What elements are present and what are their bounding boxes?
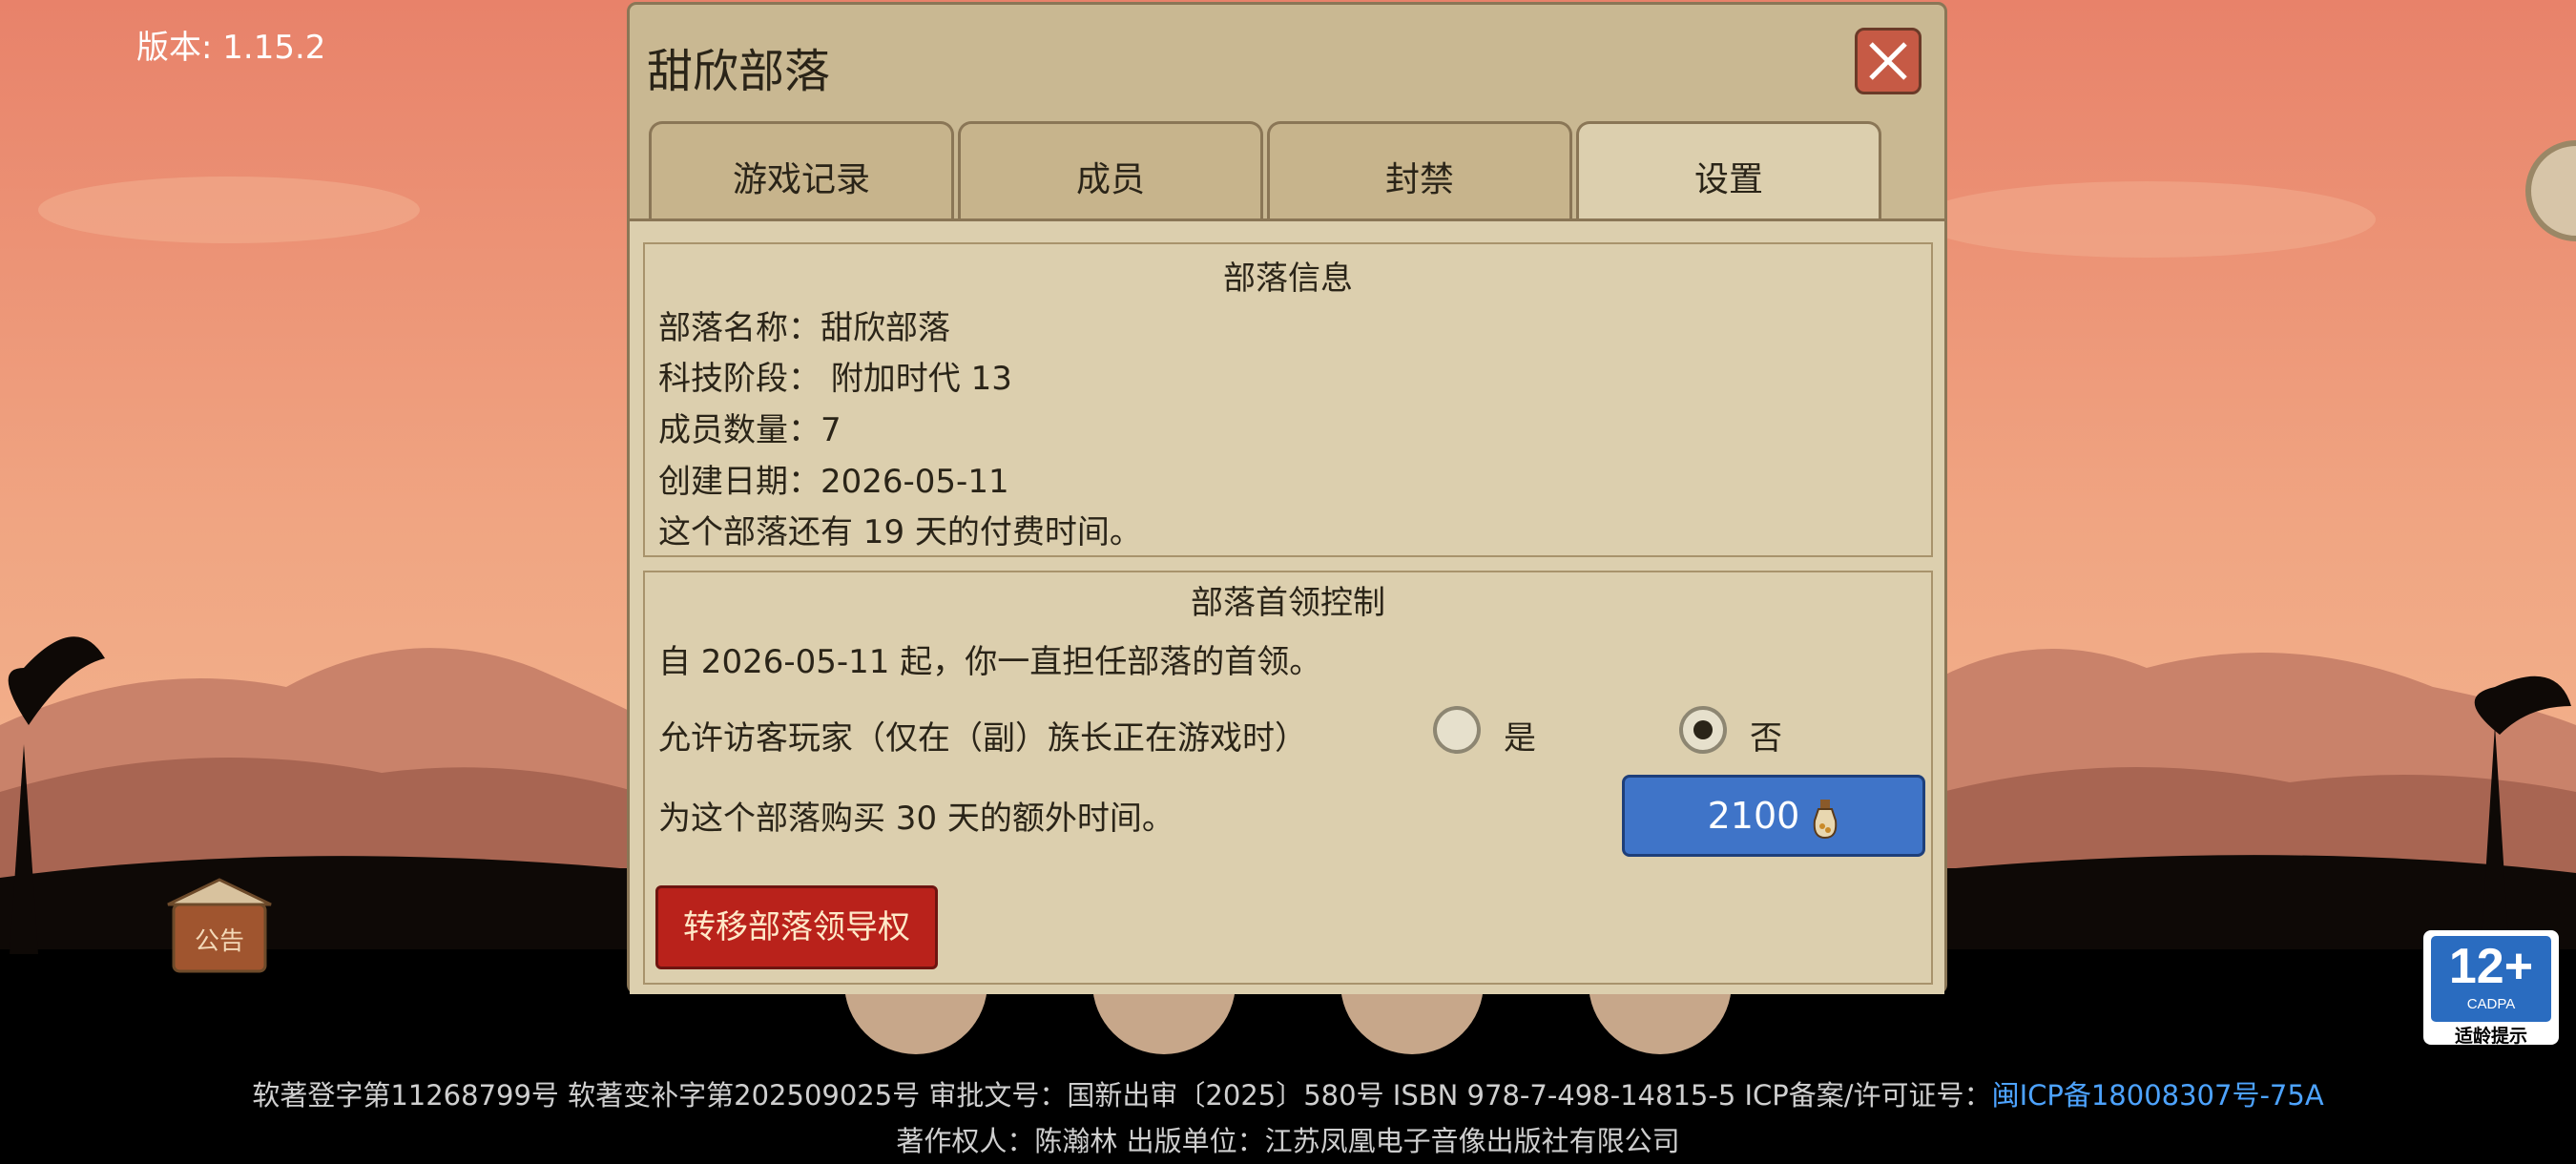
notice-label: 公告 xyxy=(194,927,244,956)
paid-time: 这个部落还有 19 天的付费时间。 xyxy=(658,513,1142,551)
close-icon xyxy=(1869,42,1907,80)
tribe-name: 部落名称：甜欣部落 xyxy=(658,309,950,347)
visitor-option-label: 允许访客玩家（仅在（副）族长正在游戏时） xyxy=(658,719,1307,758)
age-rating-badge: 12+ CADPA 适龄提示 xyxy=(2423,930,2559,1047)
tribe-dialog: 甜欣部落 游戏记录 成员 封禁 设置 部落信息 部落名称：甜欣部落 科技阶段： … xyxy=(627,2,1947,994)
tribe-info-section: 部落信息 部落名称：甜欣部落 科技阶段： 附加时代 13 成员数量：7 创建日期… xyxy=(643,242,1933,557)
visitor-no-radio[interactable] xyxy=(1679,706,1727,754)
leader-since: 自 2026-05-11 起，你一直担任部落的首领。 xyxy=(658,643,1322,681)
version-label: 版本: 1.15.2 xyxy=(136,29,326,67)
visitor-no-label: 否 xyxy=(1750,719,1782,758)
visitor-yes-label: 是 xyxy=(1504,719,1536,758)
tab-bans[interactable]: 封禁 xyxy=(1267,121,1572,220)
age-rating-org: CADPA xyxy=(2466,996,2516,1012)
tech-stage: 科技阶段： 附加时代 13 xyxy=(658,360,1012,398)
dialog-title: 甜欣部落 xyxy=(647,45,831,98)
close-button[interactable] xyxy=(1855,28,1922,94)
transfer-leadership-button[interactable]: 转移部落领导权 xyxy=(655,885,938,969)
tab-settings[interactable]: 设置 xyxy=(1576,121,1881,226)
footer-license-text: 软著登字第11268799号 软著变补字第202509025号 审批文号：国新出… xyxy=(252,1079,1992,1112)
potion-bottle-icon xyxy=(1814,799,1838,839)
created-date: 创建日期：2026-05-11 xyxy=(658,463,1009,501)
buy-price: 2100 xyxy=(1707,795,1800,837)
age-rating-number: 12+ xyxy=(2448,939,2534,994)
section-title: 部落首领控制 xyxy=(1191,584,1385,622)
buy-time-button[interactable]: 2100 xyxy=(1622,775,1925,857)
age-rating-tip: 适龄提示 xyxy=(2454,1026,2527,1047)
member-count: 成员数量：7 xyxy=(658,411,841,449)
notice-board-button[interactable]: 公告 xyxy=(160,876,279,977)
footer-copyright-line: 著作权人：陈瀚林 出版单位：江苏凤凰电子音像出版社有限公司 xyxy=(896,1125,1680,1157)
tab-members[interactable]: 成员 xyxy=(958,121,1263,220)
footer-license-line: 软著登字第11268799号 软著变补字第202509025号 审批文号：国新出… xyxy=(0,1073,2576,1113)
icp-link[interactable]: 闽ICP备18008307号-75A xyxy=(1992,1079,2324,1112)
buy-time-text: 为这个部落购买 30 天的额外时间。 xyxy=(658,800,1174,838)
tab-game-records[interactable]: 游戏记录 xyxy=(649,121,954,220)
section-title: 部落信息 xyxy=(1223,260,1353,298)
settings-panel: 部落信息 部落名称：甜欣部落 科技阶段： 附加时代 13 成员数量：7 创建日期… xyxy=(630,218,1944,994)
visitor-yes-radio[interactable] xyxy=(1433,706,1481,754)
